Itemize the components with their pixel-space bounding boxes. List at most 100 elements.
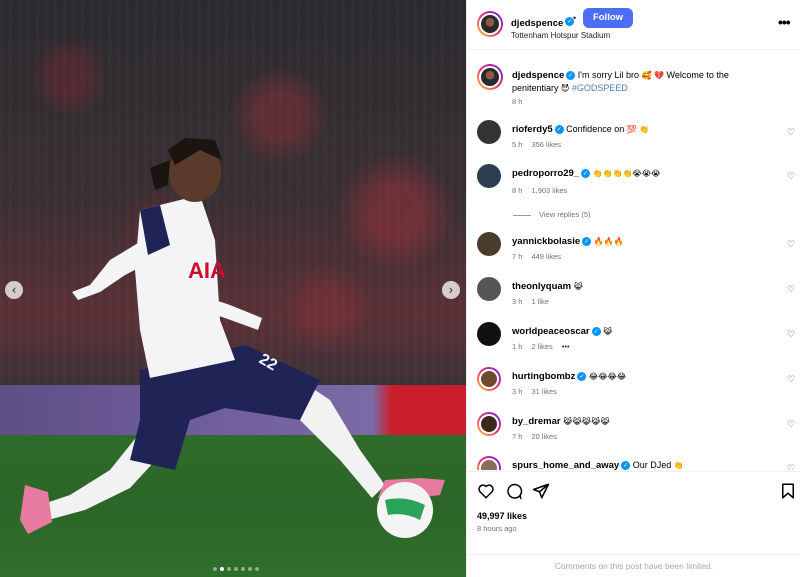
more-options-icon[interactable]: ••• [778,14,791,30]
comment-meta: 3 h 1 like [512,297,558,306]
comment-likes[interactable]: 1 like [531,297,549,306]
heart-outline-icon[interactable]: ♡ [787,285,795,295]
comment-meta: 7 h 20 likes [512,432,566,441]
commenter-avatar[interactable] [477,322,501,346]
comment-username[interactable]: rioferdy5 [512,124,553,135]
commenter-avatar[interactable] [477,456,501,470]
post-actions: 49,997 likes 8 hours ago [467,471,800,561]
heart-outline-icon[interactable]: ♡ [787,240,795,250]
comment-options-icon[interactable]: ••• [562,342,570,351]
carousel-dot [234,567,238,571]
reply-line [513,214,531,216]
comment-meta: 1 h 2 likes ••• [512,342,579,351]
verified-badge-icon: ✓ [621,461,631,470]
commenter-avatar[interactable] [477,277,501,301]
verified-badge-icon: ✓ [582,237,592,247]
comment-emoji: 😹 [603,327,613,336]
post-header: djedspence ✓ • Follow Tottenham Hotspur S… [467,0,800,50]
heart-outline-icon[interactable] [477,482,495,500]
carousel-dot [248,567,252,571]
commenter-avatar[interactable] [477,120,501,144]
comment-body: Confidence on [566,124,625,134]
comment-username[interactable]: theonlyquam [512,281,571,292]
comment-likes[interactable]: 2 likes [531,342,552,351]
comment-time: 1 h [512,342,523,351]
verified-badge-icon: ✓ [566,71,576,81]
player-illustration: AIA 22 [20,138,445,538]
comment-username[interactable]: pedroporro29_ [512,168,579,179]
post-side-panel: djedspence ✓ • Follow Tottenham Hotspur S… [466,0,800,577]
verified-badge-icon: ✓ [554,125,564,135]
separator: • [573,13,577,23]
heart-outline-icon[interactable]: ♡ [787,172,795,182]
comment-row: by_dremar 😹😹😹😹😹 7 h 20 likes ♡ [467,412,800,456]
comment-body: Our DJed [632,460,672,470]
comment-time: 5 h [512,140,523,149]
comment-emoji: 😹 [573,282,583,291]
caption-time: 8 h [512,97,523,106]
author-avatar[interactable] [477,64,503,90]
comment-icon[interactable] [505,482,523,500]
view-replies-button[interactable]: View replies (5) [513,210,591,219]
comment-likes[interactable]: 449 likes [531,252,561,261]
comments-list[interactable]: djedspence ✓ I'm sorry Lil bro 🥰 💔 Welcom… [467,50,800,470]
heart-outline-icon[interactable]: ♡ [787,420,795,430]
hashtag-link[interactable]: #GODSPEED [572,83,628,93]
commenter-avatar[interactable] [477,164,501,188]
comment-meta: 3 h 31 likes [512,387,566,396]
comment-username[interactable]: yannickbolasie [512,236,580,247]
comment-likes[interactable]: 20 likes [531,432,556,441]
bookmark-icon[interactable] [779,482,797,500]
commenter-avatar[interactable] [477,412,501,436]
carousel-dot [241,567,245,571]
view-replies-label[interactable]: View replies (5) [539,210,591,219]
comment-text: hurtingbombz ✓ 😂😂😂😂 [512,370,772,383]
follow-button[interactable]: Follow [583,8,633,28]
shirt-sponsor-text: AIA [188,258,226,283]
comment-username[interactable]: hurtingbombz [512,371,575,382]
chevron-right-icon[interactable]: › [442,281,460,299]
comment-username[interactable]: spurs_home_and_away [512,460,619,470]
paper-plane-icon[interactable] [532,482,550,500]
commenter-avatar[interactable] [477,367,501,391]
comment-row: rioferdy5 ✓ Confidence on 💯 👏 5 h 356 like… [467,120,800,164]
caption-emoji: 🥰 💔 [641,71,665,80]
comment-likes[interactable]: 31 likes [531,387,556,396]
comment-text: pedroporro29_ ✓ 👏👏👏👏😭😭😭 [512,167,772,180]
author-avatar[interactable] [477,11,503,37]
caption-emoji-2: 😈 [561,84,570,93]
carousel-dot-active [220,567,224,571]
post-media[interactable]: AIA 22 ‹ › [0,0,466,577]
heart-outline-icon[interactable]: ♡ [787,464,795,470]
comments-limited-notice: Comments on this post have been limited. [467,554,800,577]
comment-emoji: 👏👏👏👏😭😭😭 [592,169,661,178]
comment-row: worldpeaceoscar ✓ 😹 1 h 2 likes ••• ♡ [467,322,800,366]
post-location[interactable]: Tottenham Hotspur Stadium [511,31,610,40]
comment-likes[interactable]: 1,903 likes [531,186,567,195]
heart-outline-icon[interactable]: ♡ [787,128,795,138]
comment-emoji: 😹😹😹😹😹 [563,417,610,426]
comment-meta: 7 h 449 likes [512,252,570,261]
comment-emoji: 👏 [673,461,684,470]
chevron-left-icon[interactable]: ‹ [5,281,23,299]
heart-outline-icon[interactable]: ♡ [787,330,795,340]
caption-body: I'm sorry Lil bro [577,70,640,80]
comment-meta: 5 h 356 likes [512,140,570,149]
comment-row: hurtingbombz ✓ 😂😂😂😂 3 h 31 likes ♡ [467,367,800,411]
comment-username[interactable]: by_dremar [512,416,561,427]
comment-time: 7 h [512,432,523,441]
comment-time: 7 h [512,252,523,261]
comment-time: 3 h [512,387,523,396]
carousel-dot [255,567,259,571]
caption-meta: 8 h [512,97,531,106]
comment-row: yannickbolasie ✓ 🔥🔥🔥 7 h 449 likes ♡ [467,232,800,276]
comment-likes[interactable]: 356 likes [531,140,561,149]
carousel-dot [213,567,217,571]
heart-outline-icon[interactable]: ♡ [787,375,795,385]
likes-count[interactable]: 49,997 likes [477,511,527,521]
caption-username[interactable]: djedspence [512,70,564,81]
commenter-avatar[interactable] [477,232,501,256]
author-username[interactable]: djedspence [511,18,563,29]
comment-time: 3 h [512,297,523,306]
comment-username[interactable]: worldpeaceoscar [512,326,590,337]
